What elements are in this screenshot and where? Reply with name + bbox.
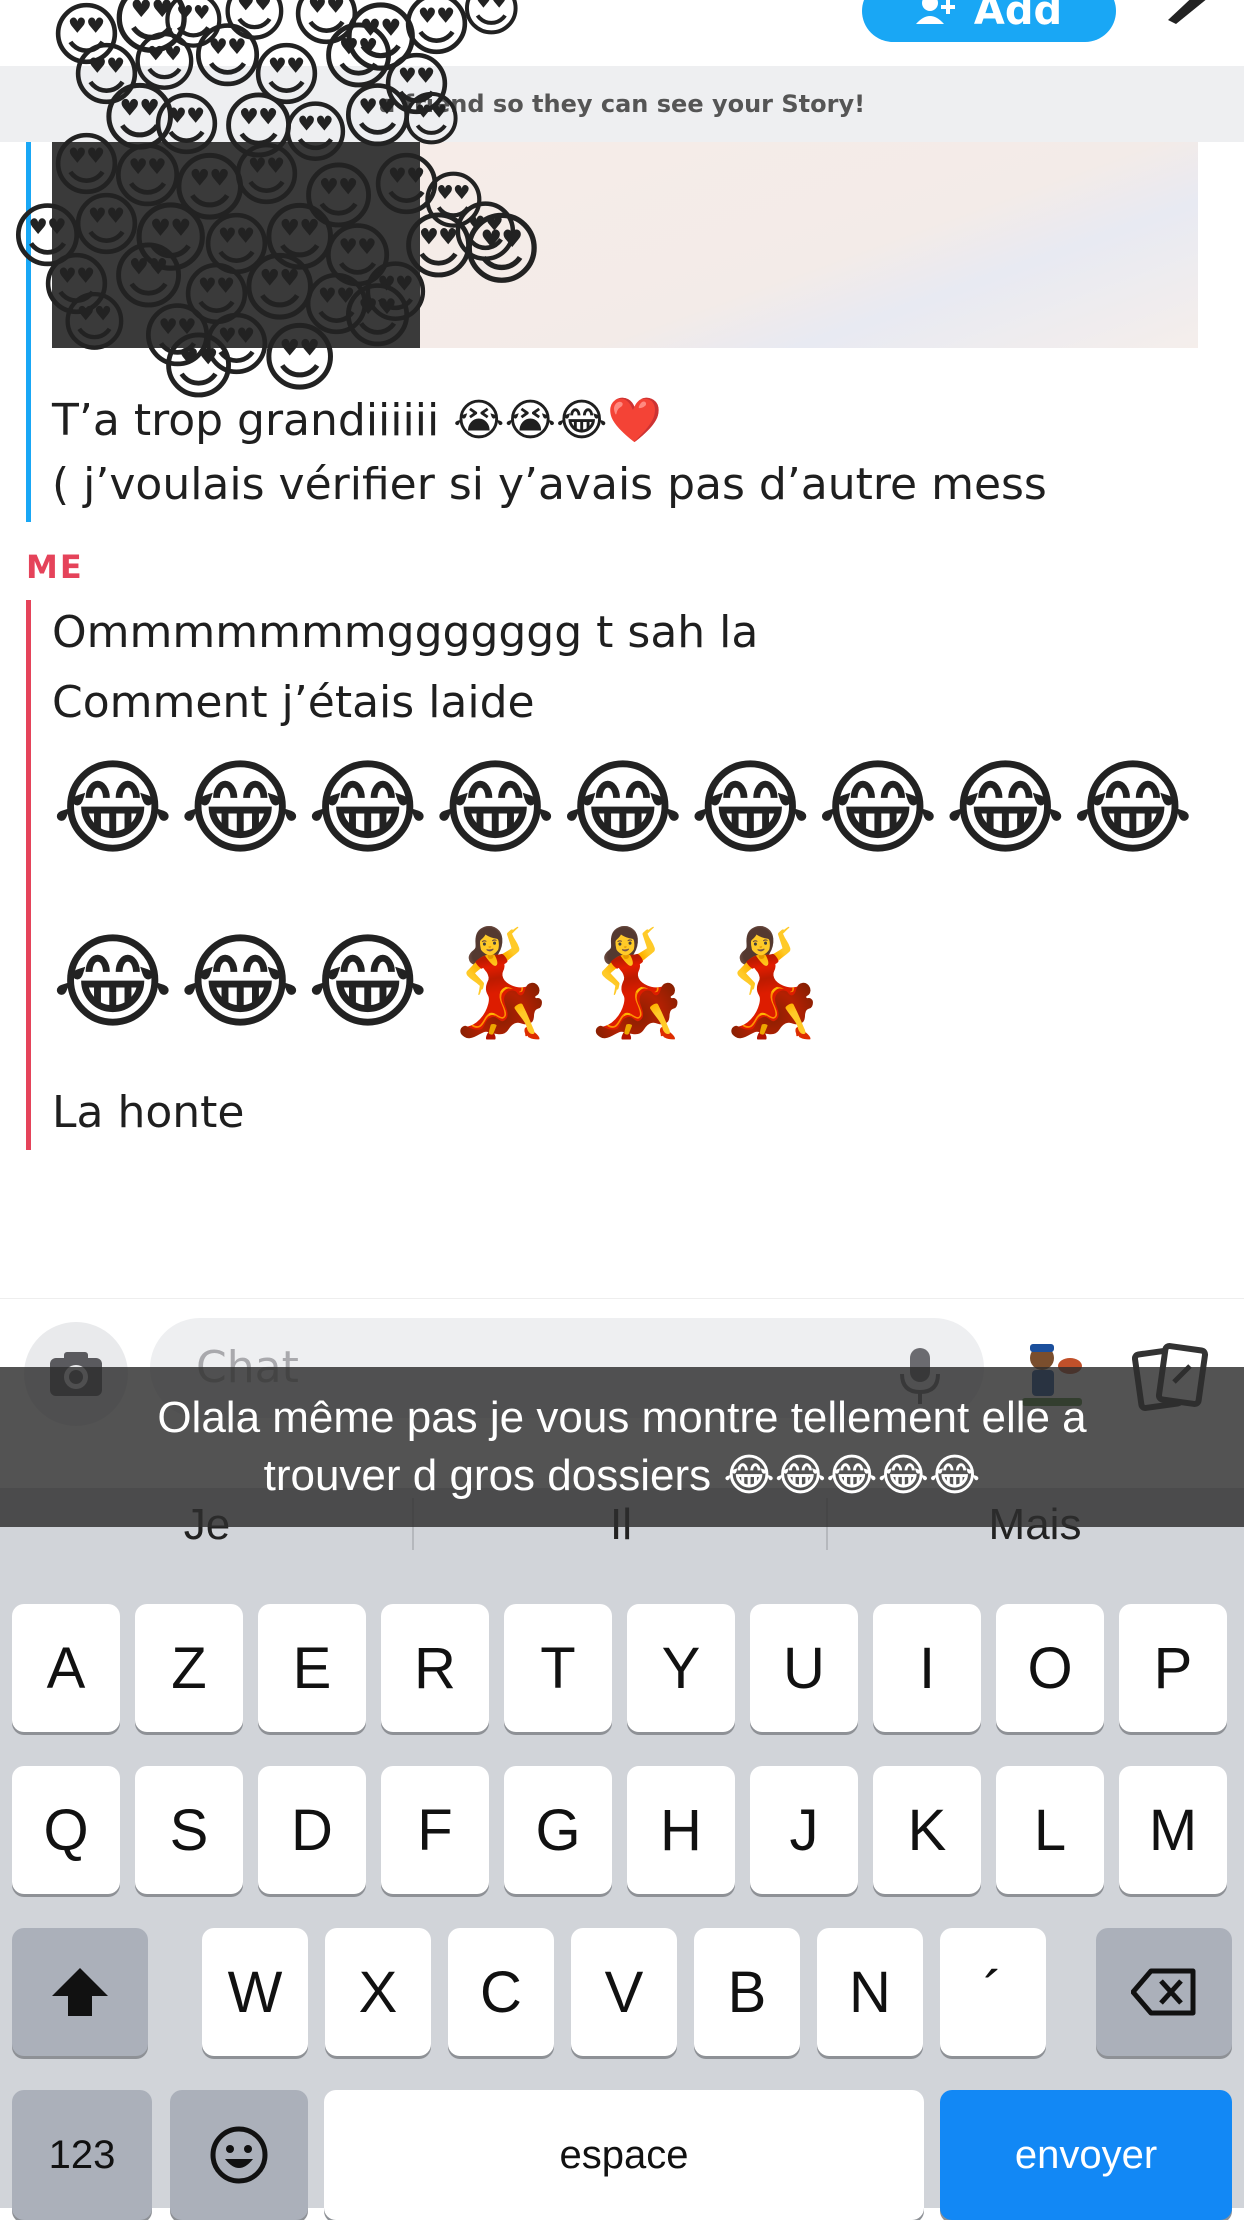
story-caption: Olala même pas je vous montre tellement … [0,1367,1244,1527]
key-k[interactable]: K [873,1766,981,1894]
add-friend-icon [915,0,956,34]
heart-eyes-emoji: 😍 [460,203,544,296]
me-emoji-message: 😂😂😂💃💃💃 [52,921,842,1043]
key-w[interactable]: W [202,1928,308,2056]
key-f[interactable]: F [381,1766,489,1894]
heart-eyes-emoji: 😍 [460,0,523,45]
send-key[interactable]: envoyer [940,2090,1232,2220]
key-j[interactable]: J [750,1766,858,1894]
key-x[interactable]: X [325,1928,431,2056]
friend-message-line: ( j’voulais vérifier si y’avais pas d’au… [52,459,1047,510]
key-accent[interactable]: ´ [940,1928,1046,2056]
heart-eyes-emoji: 😍 [60,284,129,361]
add-button-label: Add [973,0,1063,34]
heart-eyes-emoji: 😍 [260,313,340,402]
key-e[interactable]: E [258,1604,366,1732]
caption-line: Olala même pas je vous montre tellement … [157,1393,1087,1442]
key-c[interactable]: C [448,1928,554,2056]
heart-eyes-emoji: 😍 [400,85,463,155]
emoji-keyboard-icon [210,2126,268,2184]
heart-eyes-emoji: 😍 [340,274,416,358]
me-emoji-message: 😂😂😂😂😂😂😂😂😂 [52,747,1200,869]
key-v[interactable]: V [571,1928,677,2056]
numbers-key[interactable]: 123 [12,2090,152,2220]
backspace-icon [1131,1968,1196,2016]
add-friend-button[interactable]: Add [862,0,1116,42]
key-n[interactable]: N [817,1928,923,2056]
key-d[interactable]: D [258,1766,366,1894]
key-a[interactable]: A [12,1604,120,1732]
key-r[interactable]: R [381,1604,489,1732]
key-s[interactable]: S [135,1766,243,1894]
pencil-icon[interactable] [1160,0,1220,24]
key-t[interactable]: T [504,1604,612,1732]
me-message-line: La honte [52,1087,245,1138]
me-message-bar [26,600,31,1150]
me-message-line: Ommmmmmmggggggg t sah la [52,607,759,658]
backspace-key[interactable] [1096,1928,1232,2056]
me-sender-label: ME [26,548,84,586]
key-m[interactable]: M [1119,1766,1227,1894]
friend-message-line: T’a trop grandiiiiii 😭😭😂❤️ [52,395,663,446]
space-key[interactable]: espace [324,2090,924,2220]
shift-icon [52,1968,108,2016]
key-l[interactable]: L [996,1766,1104,1894]
key-o[interactable]: O [996,1604,1104,1732]
heart-eyes-emoji-pile: 😍 😍 😍 😍 😍 😍 😍 😍 😍 😍 😍 😍 😍 😍 😍 😍 😍 😍 😍 😍 😍 😍 😍 😍 😍 😍 😍 😍 😍 😍 😍 😍 😍 😍 😍 😍 😍 😍 😍 😍… [0,0,543,404]
key-y[interactable]: Y [627,1604,735,1732]
key-g[interactable]: G [504,1766,612,1894]
key-p[interactable]: P [1119,1604,1227,1732]
key-z[interactable]: Z [135,1604,243,1732]
key-h[interactable]: H [627,1766,735,1894]
key-q[interactable]: Q [12,1766,120,1894]
key-i[interactable]: I [873,1604,981,1732]
caption-line: trouver d gros dossiers 😂😂😂😂😂 [263,1451,981,1500]
key-u[interactable]: U [750,1604,858,1732]
shift-key[interactable] [12,1928,148,2056]
key-b[interactable]: B [694,1928,800,2056]
me-message-line: Comment j’étais laide [52,677,535,728]
emoji-key[interactable] [170,2090,308,2220]
